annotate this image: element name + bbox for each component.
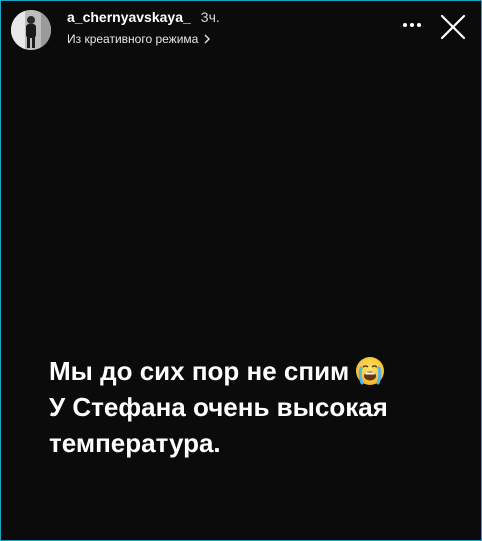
chevron-right-icon [204,34,211,44]
more-dots-icon[interactable] [401,17,423,31]
crying-face-icon [356,357,385,385]
caption-line-3: температура. [49,428,221,458]
caption-line-2: У Стефана очень высокая [49,392,388,422]
story-viewer: a_chernyavskaya_ 3ч. Из креативного режи… [0,0,482,541]
caption-line-1: Мы до сих пор не спим [49,353,469,389]
caption-line-1-text: Мы до сих пор не спим [49,356,350,386]
creative-mode-link[interactable]: Из креативного режима [67,32,220,46]
story-meta: a_chernyavskaya_ 3ч. Из креативного режи… [67,9,220,46]
time-ago: 3ч. [200,9,220,25]
close-icon[interactable] [435,9,471,45]
username[interactable]: a_chernyavskaya_ [67,9,191,25]
avatar[interactable] [11,10,51,50]
story-header: a_chernyavskaya_ 3ч. Из креативного режи… [11,7,473,50]
subtitle-label: Из креативного режима [67,32,199,46]
story-caption: Мы до сих пор не спим У Стефана очень вы… [49,353,469,461]
